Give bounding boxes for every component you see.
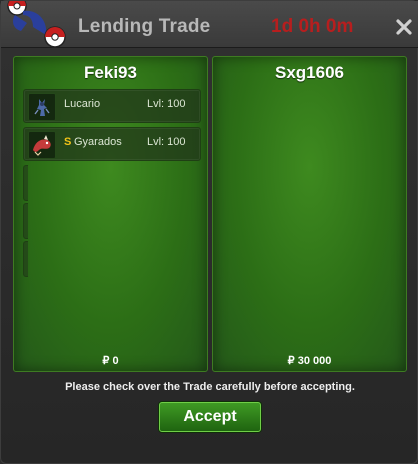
empty-slot[interactable] — [23, 203, 28, 239]
player-name: Feki93 — [84, 63, 137, 82]
player-name: Sxg1606 — [275, 63, 344, 82]
empty-slot[interactable] — [23, 241, 28, 277]
pokemon-name: Lucario — [64, 98, 101, 110]
window-title: Lending Trade — [78, 16, 211, 37]
trade-timer: 1d 0h 0m — [271, 16, 354, 37]
offer-panel-left: Feki93 Lucario Lvl: 100 S Gyarados Lvl: … — [13, 56, 208, 372]
pokemon-level: Lvl: 100 — [147, 98, 186, 110]
accept-button[interactable]: Accept — [159, 402, 261, 432]
empty-slot[interactable] — [23, 165, 28, 201]
shiny-badge: S — [64, 136, 72, 148]
lending-trade-window: Lending Trade 1d 0h 0m Feki93 Lucario Lv… — [0, 0, 418, 464]
pokeball-logo-icon — [7, 1, 66, 48]
pokemon-level: Lvl: 100 — [147, 136, 186, 148]
offer-panel-right: Sxg1606 ₽ 30 000 — [212, 56, 407, 372]
pokemon-slot-lucario[interactable]: Lucario Lvl: 100 — [23, 89, 201, 123]
pokemon-name: Gyarados — [74, 136, 122, 148]
lucario-sprite-icon — [28, 93, 56, 121]
trade-notice: Please check over the Trade carefully be… — [65, 381, 355, 393]
close-icon[interactable] — [395, 18, 413, 36]
gyarados-sprite-icon — [28, 131, 56, 159]
money-amount: ₽ 0 — [102, 355, 119, 367]
pokemon-slot-gyarados[interactable]: S Gyarados Lvl: 100 — [23, 127, 201, 161]
money-amount: ₽ 30 000 — [287, 355, 332, 367]
title-bar[interactable]: Lending Trade 1d 0h 0m — [1, 1, 418, 48]
